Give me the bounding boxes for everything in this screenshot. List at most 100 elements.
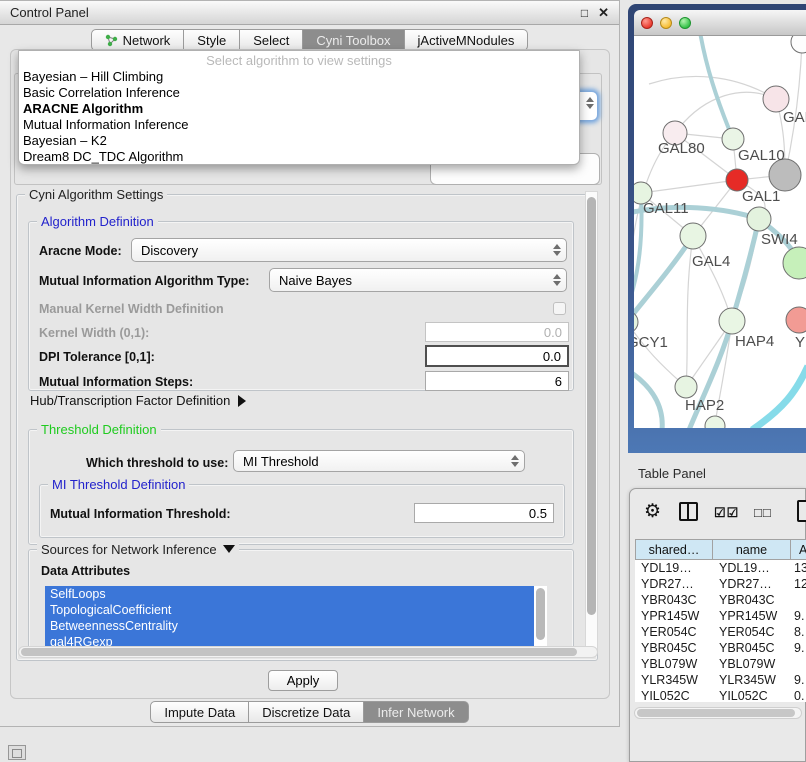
- network-edge[interactable]: [752, 366, 806, 428]
- dropdown-item[interactable]: Mutual Information Inference: [19, 117, 579, 133]
- tab-style[interactable]: Style: [184, 29, 240, 51]
- combo-up-arrow-icon: [586, 97, 594, 102]
- close-window-icon[interactable]: [641, 17, 653, 29]
- scrollbar-thumb[interactable]: [21, 648, 577, 656]
- network-window-titlebar[interactable]: [634, 10, 806, 36]
- aracne-mode-combo[interactable]: Discovery: [131, 238, 567, 262]
- select-all-columns-icon[interactable]: ☑☑: [714, 505, 739, 521]
- new-table-icon[interactable]: [797, 500, 806, 522]
- tab-infer-network[interactable]: Infer Network: [364, 701, 468, 723]
- table-row[interactable]: YPR145WYPR145W9.: [635, 608, 806, 624]
- tab-jactivemnodules[interactable]: jActiveMNodules: [405, 29, 529, 51]
- which-threshold-combo[interactable]: MI Threshold: [233, 450, 525, 472]
- network-node[interactable]: [680, 223, 706, 249]
- mi-threshold-field[interactable]: 0.5: [414, 503, 554, 523]
- table-cell: YER054C: [713, 624, 791, 640]
- table-cell: YBR043C: [713, 592, 791, 608]
- network-node[interactable]: [783, 247, 806, 279]
- network-edge[interactable]: [700, 36, 733, 139]
- table-row[interactable]: YER054CYER054C8.: [635, 624, 806, 640]
- scrollbar-thumb[interactable]: [587, 197, 596, 615]
- table-row[interactable]: YDL19…YDL19…13: [635, 560, 806, 576]
- data-attributes-list[interactable]: SelfLoopsTopologicalCoefficientBetweenne…: [45, 586, 547, 648]
- attribute-item[interactable]: TopologicalCoefficient: [45, 602, 534, 618]
- attribute-list-scrollbar[interactable]: [534, 586, 547, 648]
- network-edge[interactable]: [675, 92, 776, 133]
- network-edge[interactable]: [634, 322, 686, 387]
- network-node[interactable]: [675, 376, 697, 398]
- settings-vertical-scrollbar[interactable]: [585, 191, 598, 653]
- network-node[interactable]: [791, 36, 806, 53]
- node-label: GAL1: [742, 188, 780, 205]
- kernel-width-field[interactable]: 0.0: [425, 322, 569, 342]
- table-cell: YER054C: [635, 624, 713, 640]
- aracne-mode-value: Discovery: [132, 243, 550, 258]
- attribute-item[interactable]: SelfLoops: [45, 586, 534, 602]
- settings-horizontal-scrollbar[interactable]: [18, 646, 598, 658]
- sources-legend[interactable]: Sources for Network Inference: [37, 542, 239, 557]
- network-node[interactable]: [719, 308, 745, 334]
- scrollbar-thumb[interactable]: [637, 709, 795, 717]
- node-label: GAL11: [643, 200, 689, 217]
- table-row[interactable]: YDR27…YDR27…12: [635, 576, 806, 592]
- hub-definition-toggle[interactable]: Hub/Transcription Factor Definition: [30, 393, 246, 408]
- column-header[interactable]: A: [791, 539, 806, 560]
- table-horizontal-scrollbar[interactable]: [634, 707, 802, 719]
- zoom-window-icon[interactable]: [679, 17, 691, 29]
- table-cell: 13: [791, 560, 806, 576]
- gear-icon[interactable]: ⚙: [644, 500, 661, 523]
- column-header[interactable]: shared…: [635, 539, 713, 560]
- network-edge[interactable]: [634, 368, 662, 428]
- table-cell: 12: [791, 576, 806, 592]
- table-row[interactable]: YLR345WYLR345W9.: [635, 672, 806, 688]
- table-row[interactable]: YBL079WYBL079W: [635, 656, 806, 672]
- tab-label: Cyni Toolbox: [316, 33, 390, 48]
- table-row[interactable]: YBR045CYBR045C9.: [635, 640, 806, 656]
- tab-label: jActiveMNodules: [418, 33, 515, 48]
- attribute-item[interactable]: BetweennessCentrality: [45, 618, 534, 634]
- table-row[interactable]: YBR043CYBR043C: [635, 592, 806, 608]
- combo-down-arrow-icon: [586, 104, 594, 109]
- table-cell: YDL19…: [635, 560, 713, 576]
- deselect-all-columns-icon[interactable]: □□: [754, 505, 772, 520]
- network-canvas[interactable]: GALGAL80GAL10GAL1GAL11SWI4GAL4GCY1HAP4YH…: [634, 36, 806, 428]
- dropdown-item[interactable]: ARACNE Algorithm: [19, 101, 579, 117]
- dropdown-item[interactable]: Bayesian – K2: [19, 133, 579, 149]
- dpi-tolerance-field[interactable]: 0.0: [425, 345, 569, 367]
- network-node[interactable]: [747, 207, 771, 231]
- mi-steps-label: Mutual Information Steps:: [39, 375, 193, 389]
- node-label: GAL10: [738, 147, 785, 164]
- tab-cyni-toolbox[interactable]: Cyni Toolbox: [303, 29, 404, 51]
- apply-button[interactable]: Apply: [268, 670, 338, 691]
- table-cell: YLR345W: [635, 672, 713, 688]
- columns-icon[interactable]: [679, 502, 698, 521]
- dropdown-item[interactable]: Dream8 DC_TDC Algorithm: [19, 149, 579, 165]
- tab-impute-data[interactable]: Impute Data: [150, 701, 249, 723]
- dropdown-item[interactable]: Bayesian – Hill Climbing: [19, 69, 579, 85]
- float-panel-icon[interactable]: □: [581, 6, 588, 20]
- network-edge[interactable]: [634, 236, 693, 328]
- panel-title: Control Panel: [0, 5, 581, 20]
- which-threshold-value: MI Threshold: [234, 454, 508, 469]
- network-node[interactable]: [705, 416, 725, 428]
- network-edge[interactable]: [641, 180, 737, 193]
- mi-algorithm-type-combo[interactable]: Naive Bayes: [269, 268, 567, 292]
- tab-select[interactable]: Select: [240, 29, 303, 51]
- mi-threshold-legend: MI Threshold Definition: [48, 477, 189, 492]
- network-edge[interactable]: [693, 236, 732, 321]
- close-panel-icon[interactable]: ✕: [598, 5, 609, 21]
- node-table[interactable]: shared…nameA YDL19…YDL19…13YDR27…YDR27…1…: [635, 539, 806, 702]
- network-node[interactable]: [786, 307, 806, 333]
- column-header[interactable]: name: [713, 539, 791, 560]
- scrollbar-thumb[interactable]: [536, 588, 545, 640]
- manual-kernel-width-checkbox[interactable]: [553, 302, 566, 315]
- minimize-window-icon[interactable]: [660, 17, 672, 29]
- data-attributes-label: Data Attributes: [41, 564, 130, 578]
- kernel-width-label: Kernel Width (0,1):: [39, 326, 149, 340]
- tab-discretize-data[interactable]: Discretize Data: [249, 701, 364, 723]
- tab-network[interactable]: Network: [91, 29, 185, 51]
- minimized-panel-icon[interactable]: [8, 745, 26, 760]
- mi-steps-field[interactable]: 6: [425, 371, 569, 391]
- table-row[interactable]: YIL052CYIL052C0.: [635, 688, 806, 702]
- dropdown-item[interactable]: Basic Correlation Inference: [19, 85, 579, 101]
